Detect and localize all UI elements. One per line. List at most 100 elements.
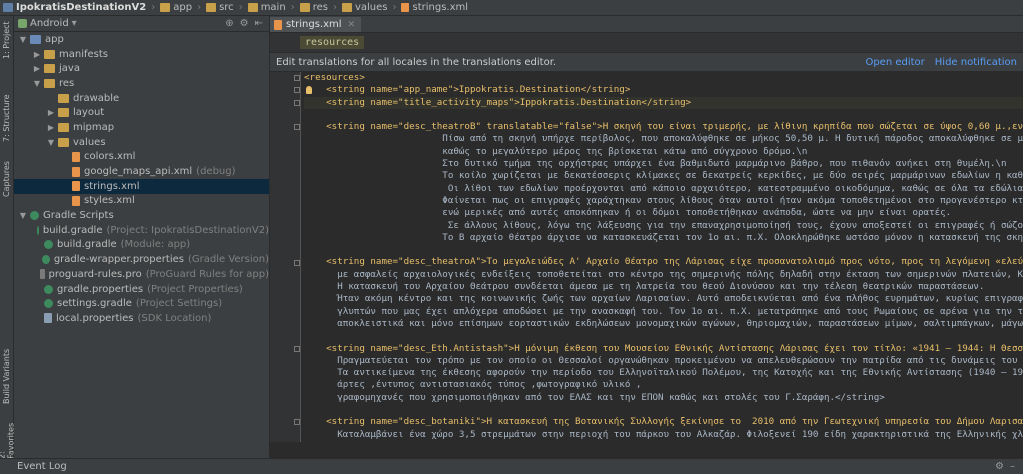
toolwindow-tab[interactable]: 2: Favorites (0, 423, 16, 459)
expanded-arrow-icon[interactable]: ▼ (32, 79, 42, 88)
fold-marker-icon[interactable] (294, 124, 300, 131)
tree-item[interactable]: styles.xml (14, 194, 269, 209)
folder-icon (44, 49, 55, 59)
gradle-icon (36, 225, 39, 235)
breadcrumb-item[interactable]: res (297, 2, 331, 13)
settings-gear-icon[interactable]: ⚙ (240, 18, 249, 29)
folder-icon (44, 64, 55, 74)
code-line: <string name="desc_botaniki">Η κατασκευή… (304, 416, 1023, 428)
fold-marker-icon[interactable] (294, 419, 300, 426)
breadcrumb-item[interactable]: main (245, 2, 289, 13)
tree-item[interactable]: ▼ res (14, 76, 269, 91)
tree-item[interactable]: colors.xml (14, 150, 269, 165)
settings-gear-icon[interactable]: ⚙ (995, 461, 1004, 472)
close-icon[interactable]: ✕ (348, 20, 356, 30)
tree-item[interactable]: build.gradle (Module: app) (14, 238, 269, 253)
breadcrumb-item[interactable]: app (157, 2, 195, 13)
tree-item[interactable]: ▼ values (14, 135, 269, 150)
expanded-arrow-icon[interactable]: ▼ (18, 35, 28, 44)
editor-gutter (270, 72, 301, 442)
fold-marker-icon[interactable] (294, 345, 300, 352)
tree-item-label: Gradle Scripts (43, 210, 114, 222)
collapsed-arrow-icon[interactable]: ▶ (46, 123, 56, 132)
tree-item[interactable]: settings.gradle (Project Settings) (14, 296, 269, 311)
toolwindow-tab[interactable]: 1: Project (0, 16, 13, 64)
minimize-icon[interactable]: – (1010, 461, 1015, 472)
sync-icon[interactable]: ⊕ (225, 18, 233, 29)
tree-item-label: drawable (73, 92, 120, 104)
expanded-arrow-icon[interactable]: ▼ (18, 211, 28, 220)
folder-icon (58, 122, 69, 132)
collapsed-arrow-icon[interactable]: ▶ (32, 64, 42, 73)
tree-item[interactable]: ▼ Gradle Scripts (14, 208, 269, 223)
tree-item[interactable]: gradle-wrapper.properties (Gradle Version… (14, 252, 269, 267)
event-log-button[interactable]: Event Log (17, 461, 67, 472)
code-line: Ήταν ακόμη κέντρο και της κοινωνικής ζωή… (304, 293, 1023, 305)
tree-item-label: settings.gradle (57, 298, 132, 310)
breadcrumb-item[interactable]: values (339, 2, 391, 13)
xml-icon (72, 151, 80, 162)
left-toolwindow-strip: 1: Project 7: Structure Captures Build Vari… (0, 16, 16, 459)
tree-item-label: res (59, 77, 75, 89)
collapsed-arrow-icon[interactable]: ▶ (46, 108, 56, 117)
hide-notification-link[interactable]: Hide notification (935, 57, 1017, 68)
project-view-label: Android (30, 18, 69, 29)
toolwindow-tab[interactable]: 7: Structure (0, 88, 13, 148)
folder-icon (3, 3, 13, 12)
tree-item-label: build.gradle (42, 224, 103, 236)
tree-item-label: styles.xml (84, 195, 135, 207)
breadcrumb-item[interactable]: IpokratisDestinationV2 (0, 2, 149, 13)
pro-icon (39, 269, 45, 280)
toolwindow-tab-label: 7: Structure (2, 94, 11, 142)
tree-item[interactable]: build.gradle (Project: IpokratisDestinati… (14, 223, 269, 238)
breadcrumb-label: strings.xml (412, 2, 469, 13)
tree-item[interactable]: local.properties (SDK Location) (14, 311, 269, 326)
fold-marker-icon[interactable] (294, 75, 300, 81)
breadcrumb-resources[interactable]: resources (300, 36, 365, 49)
tree-item[interactable]: ▶ layout (14, 105, 269, 120)
toolwindow-tab[interactable]: Build Variants (0, 346, 13, 406)
collapsed-arrow-icon[interactable]: ▶ (32, 50, 42, 59)
tree-item-label: values (73, 136, 106, 148)
tree-item[interactable]: strings.xml (14, 178, 269, 194)
collapse-icon[interactable]: ⇤ (255, 18, 263, 29)
notice-text: Edit translations for all locales in the… (276, 56, 557, 68)
expanded-arrow-icon[interactable]: ▼ (46, 138, 56, 147)
fold-marker-icon[interactable] (294, 259, 300, 266)
code-line: άρτες ,έντυπος αντιστασιακός τύπος ,φωτο… (304, 379, 642, 391)
tree-item[interactable]: gradle.properties (Project Properties) (14, 282, 269, 297)
tree-item[interactable]: proguard-rules.pro (ProGuard Rules for ap… (14, 267, 269, 282)
navigation-breadcrumb: IpokratisDestinationV2 › app › src › main › res ›… (0, 0, 1023, 16)
code-line: Πραγματεύεται τον τρόπο με τον οποίο οι … (304, 354, 1023, 366)
tree-item-label: google_maps_api.xml (84, 166, 193, 178)
android-icon (18, 19, 27, 28)
tree-item[interactable]: ▶ mipmap (14, 120, 269, 135)
code-line: Οι λίθοι των εδωλίων προέρχονται από κάπ… (304, 182, 1023, 194)
gradle-icon (42, 255, 50, 265)
fold-marker-icon[interactable] (294, 87, 300, 94)
tree-item-label: gradle.properties (57, 283, 144, 295)
tree-item-label: build.gradle (57, 239, 117, 251)
breadcrumb-item[interactable]: strings.xml (398, 2, 471, 13)
tree-item[interactable]: drawable (14, 91, 269, 106)
folder-icon (160, 3, 171, 12)
gradle-icon (44, 240, 53, 250)
code-editor[interactable]: <resources> <string name="app_name">Ippo… (270, 72, 1023, 442)
toolwindow-tab[interactable]: Captures (0, 154, 13, 204)
tree-item[interactable]: google_maps_api.xml (debug) (14, 164, 269, 179)
fold-marker-icon[interactable] (294, 99, 300, 106)
project-panel-tools: ⊕ ⚙ ⇤ (225, 18, 269, 29)
breadcrumb-separator: › (332, 2, 337, 13)
tab-strings-xml[interactable]: strings.xml ✕ (270, 17, 362, 32)
tree-item[interactable]: ▼ app (14, 32, 269, 47)
code-line: <string name="desc_Eth.Antistash">Η μόνι… (304, 342, 1023, 354)
breadcrumb-item[interactable]: src (203, 2, 237, 13)
project-view-dropdown[interactable]: Android ▾ (18, 18, 77, 29)
breadcrumb-separator: › (290, 2, 295, 13)
tree-item[interactable]: ▶ manifests (14, 47, 269, 62)
open-editor-link[interactable]: Open editor (865, 57, 924, 68)
tree-item[interactable]: ▶ java (14, 61, 269, 76)
code-line: Πίσω από τη σκηνή υπήρχε περίβολος, που … (304, 133, 1023, 145)
xml-icon (72, 181, 80, 192)
code-line: Στο δυτικό τμήμα της ορχήστρας υπάρχει έ… (304, 158, 1007, 170)
